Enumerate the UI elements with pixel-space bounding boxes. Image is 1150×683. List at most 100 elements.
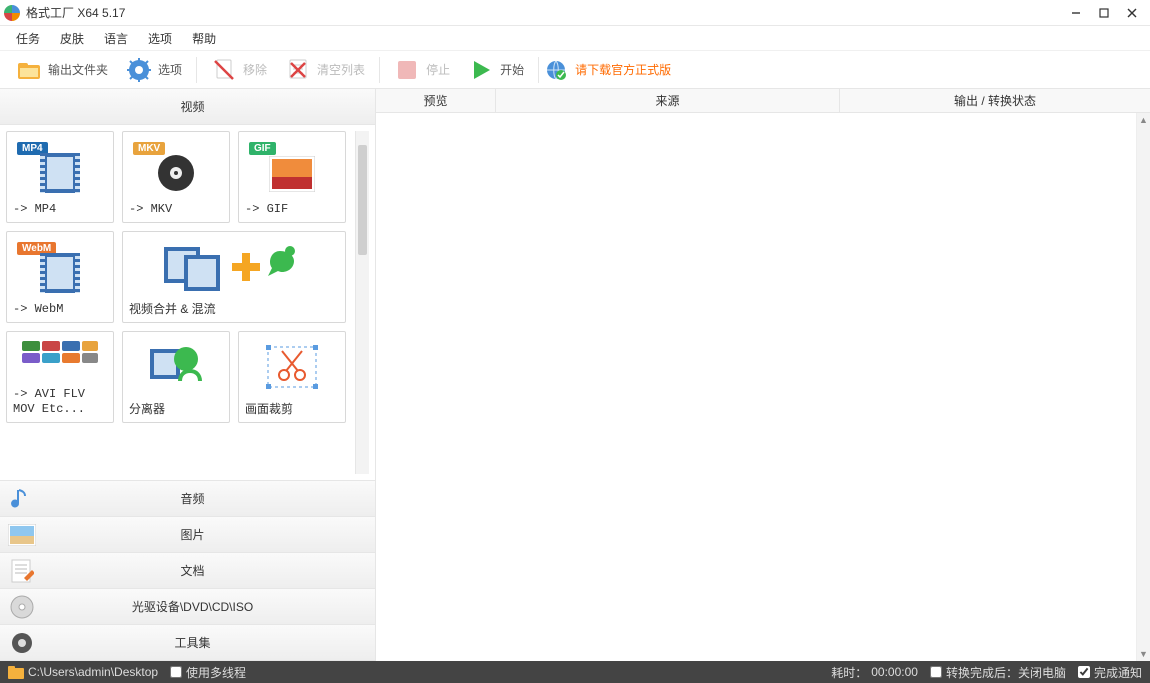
tile-label: -> GIF <box>245 202 339 216</box>
tile-grid: MP4 -> MP4 MKV -> MKV GIF <box>6 131 355 474</box>
scroll-up-icon[interactable]: ▲ <box>1137 113 1150 127</box>
tile-thumb <box>129 338 223 398</box>
category-label: 文档 <box>46 562 367 579</box>
badge-mkv: MKV <box>133 142 165 155</box>
output-path[interactable]: C:\Users\admin\Desktop <box>8 665 158 679</box>
globe-icon <box>545 59 567 81</box>
gear-dark-icon <box>8 629 36 657</box>
document-icon <box>8 557 36 585</box>
download-link[interactable]: 请下载官方正式版 <box>575 61 671 78</box>
toolbar-sep <box>538 57 539 83</box>
tile-label: -> MKV <box>129 202 223 216</box>
elapsed-time: 耗时： 00:00:00 <box>831 664 918 681</box>
gear-icon <box>126 57 152 83</box>
right-pane: 预览 来源 输出 / 转换状态 ▲ ▼ <box>376 89 1150 661</box>
tile-crop[interactable]: 画面裁剪 <box>238 331 346 423</box>
minimize-button[interactable] <box>1062 2 1090 24</box>
tile-thumb: MKV <box>129 138 223 198</box>
app-icon <box>4 5 20 21</box>
window-title: 格式工厂 X64 5.17 <box>26 4 125 21</box>
task-list: ▲ ▼ <box>376 113 1150 661</box>
multithread-label: 使用多线程 <box>186 664 246 681</box>
tile-demuxer[interactable]: 分离器 <box>122 331 230 423</box>
tile-gif[interactable]: GIF -> GIF <box>238 131 346 223</box>
after-convert-checkbox[interactable] <box>930 666 942 678</box>
elapsed-label: 耗时： <box>831 664 867 681</box>
remove-icon <box>211 57 237 83</box>
status-bar: C:\Users\admin\Desktop 使用多线程 耗时： 00:00:0… <box>0 661 1150 683</box>
options-button[interactable]: 选项 <box>118 53 190 87</box>
left-pane: 视频 MP4 -> MP4 MKV -> MKV <box>0 89 376 661</box>
notify-checkbox[interactable] <box>1078 666 1090 678</box>
options-label: 选项 <box>158 61 182 78</box>
tile-label: 分离器 <box>129 402 223 416</box>
category-image[interactable]: 图片 <box>0 517 375 553</box>
category-disc[interactable]: 光驱设备\DVD\CD\ISO <box>0 589 375 625</box>
category-header-video[interactable]: 视频 <box>0 89 375 125</box>
after-convert-label: 转换完成后：关闭电脑 <box>946 664 1066 681</box>
list-scrollbar[interactable]: ▲ ▼ <box>1136 113 1150 661</box>
clear-list-button[interactable]: 清空列表 <box>277 53 373 87</box>
toolbar: 输出文件夹 选项 移除 清空列表 停止 开始 请下载官方正式版 <box>0 50 1150 88</box>
category-document[interactable]: 文档 <box>0 553 375 589</box>
tile-thumb <box>129 238 339 298</box>
category-label: 图片 <box>46 526 367 543</box>
start-label: 开始 <box>500 61 524 78</box>
tile-mkv[interactable]: MKV -> MKV <box>122 131 230 223</box>
remove-button[interactable]: 移除 <box>203 53 275 87</box>
menu-language[interactable]: 语言 <box>96 28 136 49</box>
tile-label: 画面裁剪 <box>245 402 339 416</box>
after-convert-toggle[interactable]: 转换完成后：关闭电脑 <box>930 664 1066 681</box>
stop-button[interactable]: 停止 <box>386 53 458 87</box>
menubar: 任务 皮肤 语言 选项 帮助 <box>0 26 1150 50</box>
maximize-button[interactable] <box>1090 2 1118 24</box>
output-folder-button[interactable]: 输出文件夹 <box>8 53 116 87</box>
tile-thumb: WebM <box>13 238 107 298</box>
image-icon <box>8 521 36 549</box>
menu-options[interactable]: 选项 <box>140 28 180 49</box>
remove-label: 移除 <box>243 61 267 78</box>
category-label: 视频 <box>46 98 367 115</box>
stop-icon <box>394 57 420 83</box>
col-source[interactable]: 来源 <box>496 89 840 112</box>
tile-mp4[interactable]: MP4 -> MP4 <box>6 131 114 223</box>
film-icon <box>8 93 36 121</box>
start-button[interactable]: 开始 <box>460 53 532 87</box>
category-label: 工具集 <box>46 634 367 651</box>
toolbar-sep <box>379 57 380 83</box>
elapsed-value: 00:00:00 <box>871 665 918 679</box>
scroll-down-icon[interactable]: ▼ <box>1137 647 1150 661</box>
list-header: 预览 来源 输出 / 转换状态 <box>376 89 1150 113</box>
menu-skin[interactable]: 皮肤 <box>52 28 92 49</box>
folder-icon <box>16 57 42 83</box>
tile-thumb <box>245 338 339 398</box>
notify-toggle[interactable]: 完成通知 <box>1078 664 1142 681</box>
badge-gif: GIF <box>249 142 276 155</box>
tile-avi-flv-mov[interactable]: -> AVI FLV MOV Etc... <box>6 331 114 423</box>
vertical-scrollbar[interactable] <box>355 131 369 474</box>
clear-list-label: 清空列表 <box>317 61 365 78</box>
tile-webm[interactable]: WebM -> WebM <box>6 231 114 323</box>
titlebar: 格式工厂 X64 5.17 <box>0 0 1150 26</box>
folder-icon <box>8 665 24 679</box>
close-button[interactable] <box>1118 2 1146 24</box>
tile-thumb: MP4 <box>13 138 107 198</box>
category-tools[interactable]: 工具集 <box>0 625 375 661</box>
tile-label: -> WebM <box>13 302 107 316</box>
menu-help[interactable]: 帮助 <box>184 28 224 49</box>
category-accordion: 音频 图片 文档 光驱设备\DVD\CD\ISO 工具集 <box>0 480 375 661</box>
output-folder-label: 输出文件夹 <box>48 61 108 78</box>
category-label: 音频 <box>46 490 367 507</box>
col-preview[interactable]: 预览 <box>376 89 496 112</box>
category-label: 光驱设备\DVD\CD\ISO <box>46 598 367 615</box>
multithread-checkbox[interactable] <box>170 666 182 678</box>
tile-video-join-mux[interactable]: 视频合并 & 混流 <box>122 231 346 323</box>
output-path-text: C:\Users\admin\Desktop <box>28 665 158 679</box>
tile-label: -> AVI FLV MOV Etc... <box>13 387 107 416</box>
tile-label: 视频合并 & 混流 <box>129 302 339 316</box>
category-audio[interactable]: 音频 <box>0 481 375 517</box>
notify-label: 完成通知 <box>1094 664 1142 681</box>
multithread-toggle[interactable]: 使用多线程 <box>170 664 246 681</box>
col-status[interactable]: 输出 / 转换状态 <box>840 89 1150 112</box>
menu-task[interactable]: 任务 <box>8 28 48 49</box>
